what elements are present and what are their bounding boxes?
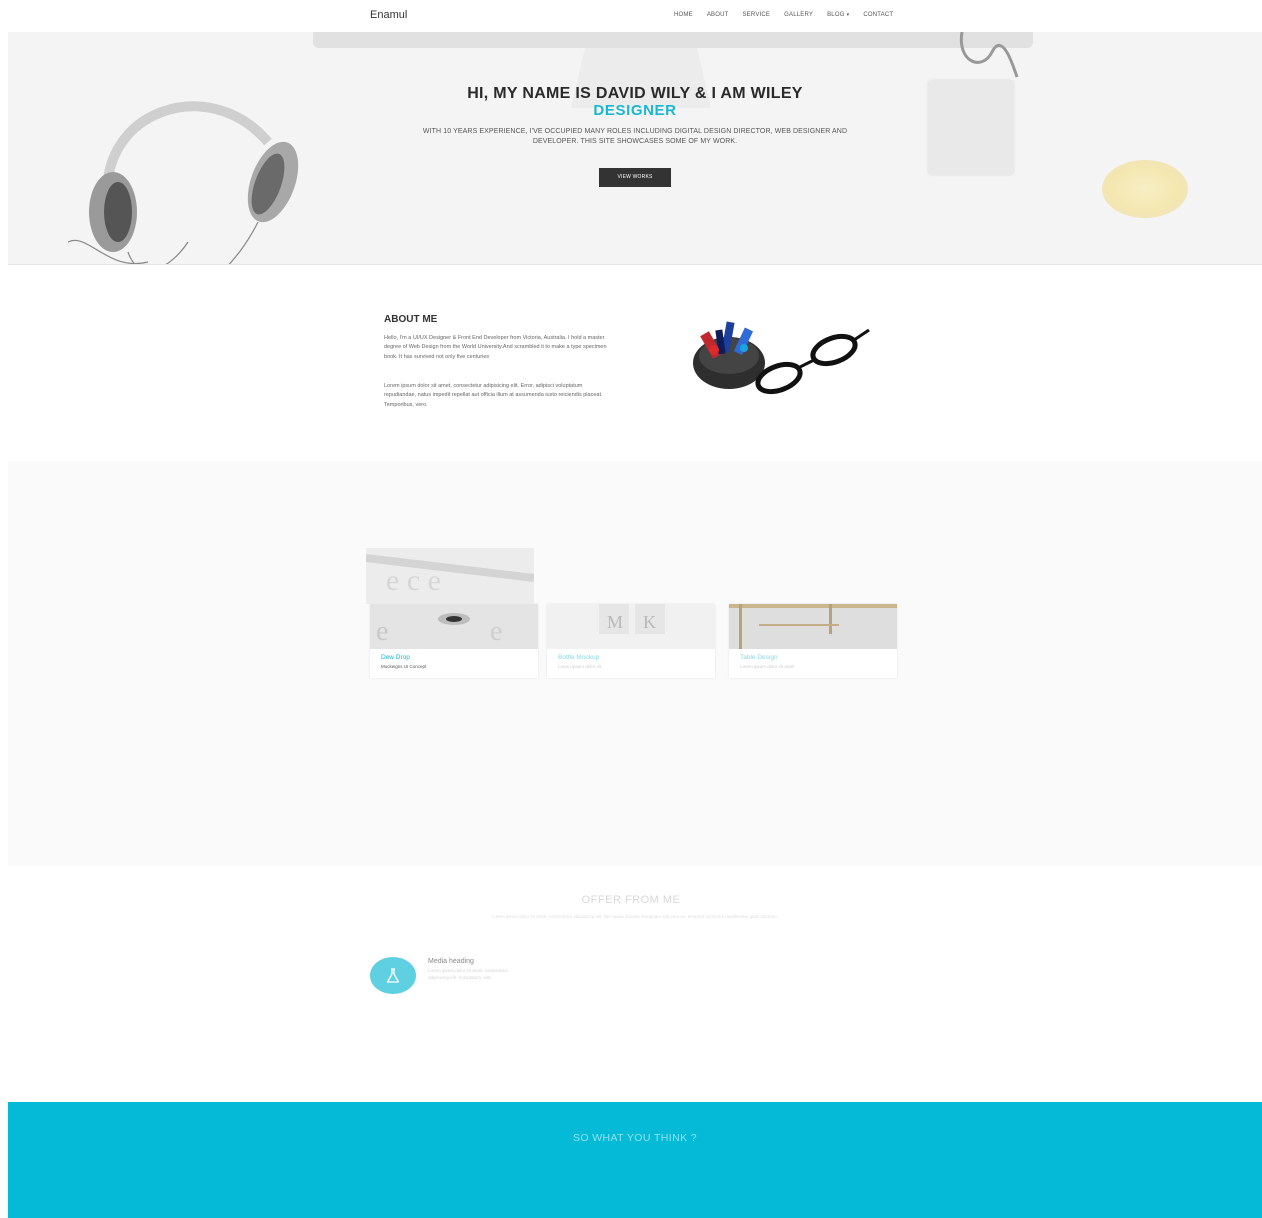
caret-down-icon: ▾ xyxy=(846,12,850,18)
card-subtitle: Lorem ipsum dolor sit amet xyxy=(740,664,795,669)
nav-item-blog[interactable]: BLOG ▾ xyxy=(827,12,849,18)
media-text: Lorem ipsum dolor sit amet, consectetur … xyxy=(428,968,509,980)
media-heading: Media heading xyxy=(428,958,474,965)
about-paragraph-1: Hello, I'm a UI/UX Designer & Front End … xyxy=(384,335,607,360)
footer-cta: SO WHAT YOU THINK ? xyxy=(8,1102,1262,1218)
nav-item-about[interactable]: ABOUT xyxy=(707,12,729,18)
card-title: Table Design xyxy=(740,654,778,661)
card-subtitle: Mockeigns UI Concept xyxy=(381,664,427,669)
work-card-table-design[interactable]: Table Design Lorem ipsum dolor sit amet xyxy=(729,604,897,678)
nav-menu: HOME ABOUT SERVICE GALLERY BLOG ▾ CONTACT xyxy=(674,12,907,18)
nav-item-service[interactable]: SERVICE xyxy=(742,12,770,18)
nav-item-gallery[interactable]: GALLERY xyxy=(784,12,813,18)
offer-title: OFFER FROM ME xyxy=(581,894,681,906)
svg-text:e: e xyxy=(490,616,502,647)
work-card-bottle-mockup[interactable]: M K Bottle Mockup Lorem ipsum dolor sit xyxy=(547,604,715,678)
svg-text:K: K xyxy=(643,612,656,632)
flask-icon xyxy=(370,957,416,994)
desk-items-image xyxy=(693,321,870,395)
hero-subtitle: DESIGNER xyxy=(593,102,677,119)
flask-icon-glyph xyxy=(386,967,400,983)
hero-description: WITH 10 YEARS EXPERIENCE, I'VE OCCUPIED … xyxy=(422,128,848,145)
about-paragraph-2: Lorem ipsum dolor sit amet, consectetur … xyxy=(384,383,603,408)
work-card-dew-drop[interactable]: e e Dew Drop Mockeigns UI Concept xyxy=(370,604,538,678)
nav-item-home[interactable]: HOME xyxy=(674,12,693,18)
card-title: Dew Drop xyxy=(381,654,410,661)
dew-drop-image: e e xyxy=(370,604,538,649)
table-design-image xyxy=(729,604,897,649)
works-section: e e Dew Drop Mockeigns UI Concept e c e … xyxy=(8,461,1262,866)
brand-logo[interactable]: Enamul xyxy=(370,9,407,21)
hero-title: HI, MY NAME IS DAVID WILY & I AM WILEY xyxy=(467,85,803,102)
offer-description: Lorem ipsum dolor sit amet, consectetur … xyxy=(491,914,779,919)
newspaper-image: e c e xyxy=(366,548,534,604)
nav-item-blog-label: BLOG xyxy=(827,12,845,18)
cup-image xyxy=(1102,160,1188,218)
bottle-mockup-image: M K xyxy=(547,604,715,649)
view-works-button[interactable]: VIEW WORKS xyxy=(599,168,671,187)
nav-item-contact[interactable]: CONTACT xyxy=(863,12,893,18)
svg-text:e c e: e c e xyxy=(386,564,441,597)
svg-text:M: M xyxy=(607,612,623,632)
cable-image xyxy=(959,32,1019,78)
card-subtitle: Lorem ipsum dolor sit xyxy=(558,664,602,669)
svg-text:e: e xyxy=(376,616,388,647)
hero-section: HI, MY NAME IS DAVID WILY & I AM WILEY D… xyxy=(8,32,1262,265)
navbar: Enamul HOME ABOUT SERVICE GALLERY BLOG ▾ … xyxy=(0,0,1262,32)
card-title: Bottle Mockup xyxy=(558,654,600,661)
monitor-image xyxy=(313,32,1033,48)
footer-cta-text: SO WHAT YOU THINK ? xyxy=(572,1132,698,1144)
about-title: ABOUT ME xyxy=(384,314,438,325)
